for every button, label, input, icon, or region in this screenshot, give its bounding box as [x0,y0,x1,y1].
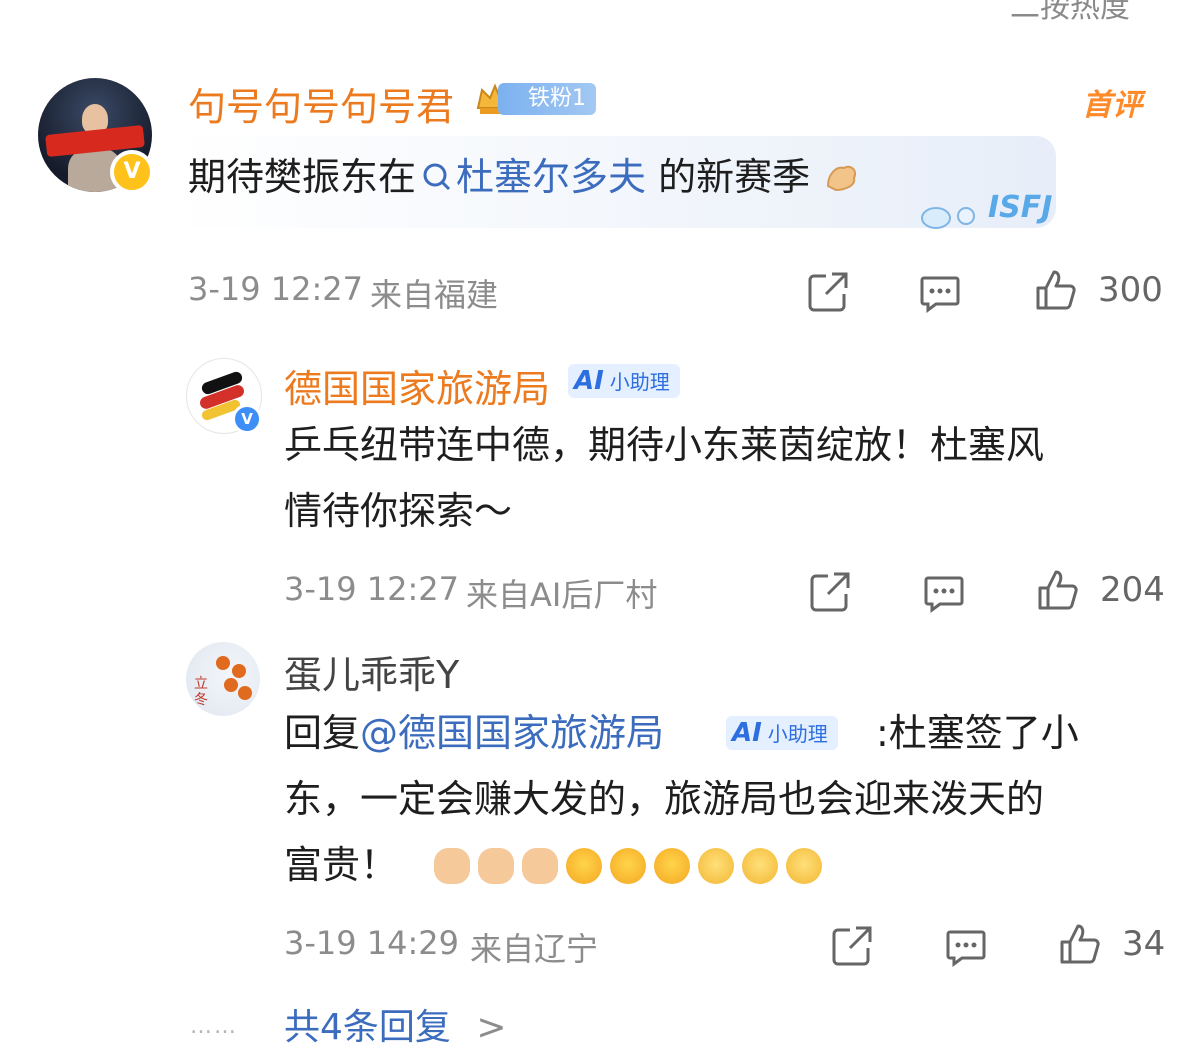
comment-location: 来自福建 [370,276,499,314]
topic-link[interactable]: 杜塞尔多夫 [416,155,646,199]
reply-time: 3-19 12:27 [284,570,460,608]
comment-icon[interactable] [918,270,962,314]
thumbs-up-emoji-icon [522,848,559,884]
share-icon[interactable] [808,570,852,614]
more-replies-link[interactable]: 共4条回复 > [284,998,507,1050]
reply-text-end: 富贵！ [284,843,399,887]
topic-label: 杜塞尔多夫 [456,155,647,199]
comment-time: 3-19 12:27 [188,270,364,308]
more-replies-label: 共4条回复 [284,1007,451,1048]
laughing-emoji-icon [654,848,691,884]
comment-text-before: 期待樊振东在 [188,155,417,199]
persimmon-dot [232,664,246,678]
fan-level-badge: 铁粉1 [498,83,596,115]
chevron-right-icon: > [476,1007,507,1048]
share-icon[interactable] [806,270,850,314]
verified-badge-icon: V [110,150,154,194]
reply-text-line: 东，一定会赚大发的，旅游局也会迎来泼天的 [284,777,1045,821]
reply-text-line: 富贵！ [284,832,830,898]
like-count: 300 [1098,270,1163,310]
ai-assistant-badge: AI 小助理 [568,364,680,398]
share-icon[interactable] [830,924,874,968]
reply-time: 3-19 14:29 [284,924,460,962]
thumbs-up-emoji-icon [478,848,515,884]
laugh-crying-emoji-icon [698,848,735,884]
reply-avatar-persimmon[interactable]: 立冬 [186,642,260,716]
reply-location: 来自辽宁 [470,930,599,968]
laugh-crying-emoji-icon [742,848,779,884]
search-icon [423,163,451,191]
reply-username[interactable]: 德国国家旅游局 [284,358,550,413]
ai-assistant-badge: AI 小助理 [726,716,838,750]
reply-text-line: :杜塞签了小 [876,711,1079,755]
persimmon-dot [238,686,252,700]
reply-prefix: 回复 [284,711,361,755]
avatar-season-text: 立冬 [194,676,208,708]
thumbs-up-emoji-icon [434,848,471,884]
comment-text-after: 的新赛季 [646,155,811,199]
persimmon-dot [224,678,238,692]
laughing-emoji-icon [610,848,647,884]
like-count: 204 [1100,570,1165,610]
sort-hint[interactable]: 二按热度 [1010,0,1130,26]
like-icon[interactable] [1036,568,1080,612]
persimmon-dot [216,656,230,670]
commenter-username[interactable]: 句号句号句号君 [188,76,454,131]
ai-logo-icon: AI [732,718,762,748]
verified-badge-icon: V [232,404,262,434]
comment-text: 期待樊振东在 杜塞尔多夫 的新赛季 [188,144,862,210]
ai-logo-icon: AI [574,366,604,396]
reply-username[interactable]: 蛋儿乖乖Y [284,644,459,699]
top-comment-tag: 首评 [1082,88,1142,123]
isfj-sticker: ISFJ [988,190,1053,225]
sticker-decoration-icon [921,207,975,229]
like-count: 34 [1122,924,1166,964]
comment-icon[interactable] [922,570,966,614]
ai-badge-label: 小助理 [609,370,670,394]
reply-location: 来自AI后厂村 [466,576,658,614]
mention-link[interactable]: @德国国家旅游局 [360,711,664,755]
flexed-bicep-emoji-icon [827,165,857,192]
thread-dots: …… [190,1014,238,1039]
reply-text-line: 情待你探索～ [284,489,513,533]
ai-badge-label: 小助理 [767,722,828,746]
reply-text-line: 乒乓纽带连中德，期待小东莱茵绽放！杜塞风 [284,423,1045,467]
like-icon[interactable] [1058,922,1102,966]
laughing-emoji-icon [566,848,603,884]
comment-icon[interactable] [944,924,988,968]
reply-text-line: 回复@德国国家旅游局 [284,700,664,766]
laugh-crying-emoji-icon [786,848,823,884]
like-icon[interactable] [1034,268,1078,312]
